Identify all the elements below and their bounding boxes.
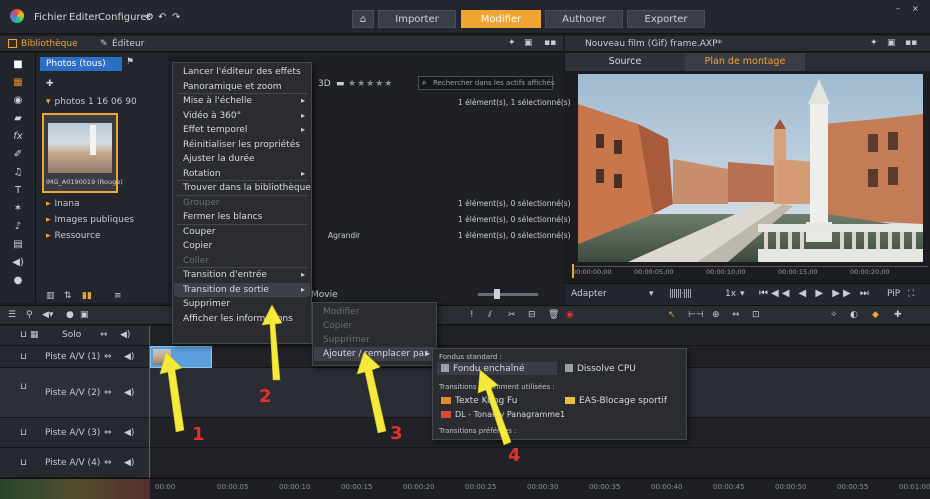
callout-4: 4	[508, 445, 521, 466]
annotation-arrows	[159, 304, 512, 446]
arrow-1	[159, 351, 185, 433]
callout-2: 2	[259, 386, 272, 407]
callout-3: 3	[390, 423, 403, 444]
arrow-4	[477, 369, 512, 446]
arrow-3	[356, 351, 387, 434]
arrow-2	[261, 304, 283, 381]
callout-1: 1	[192, 424, 205, 445]
